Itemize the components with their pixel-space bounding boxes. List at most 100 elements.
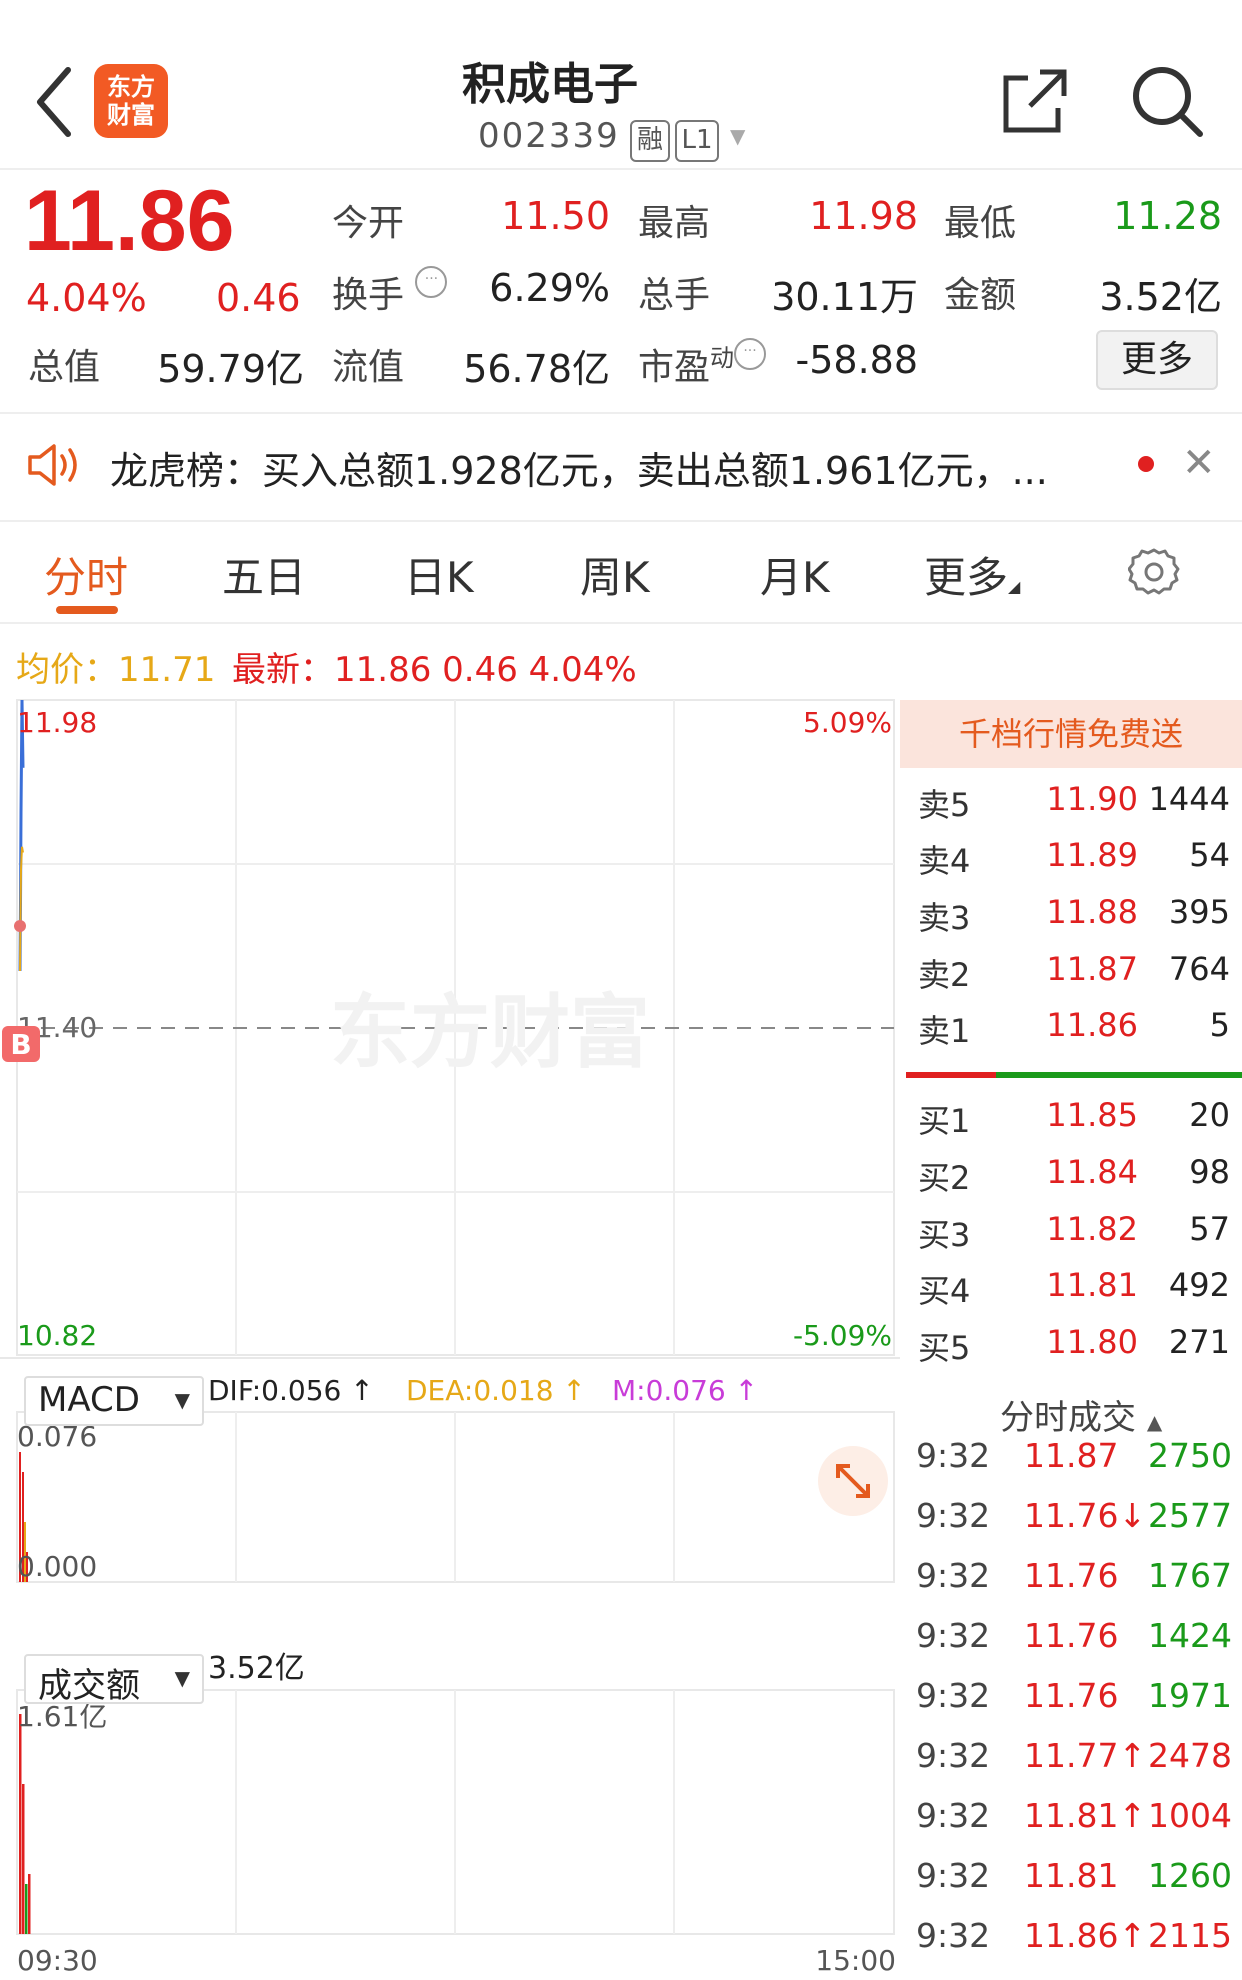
ask-row: 卖3 11.88 395 <box>910 893 1230 949</box>
low-label: 最低 <box>944 203 1017 244</box>
bid-row: 买4 11.81 492 <box>910 1266 1230 1322</box>
trade-volume: 2750 <box>1148 1436 1232 1475</box>
tab-more-label: 更多 <box>924 553 1009 602</box>
bid-price: 11.82 <box>1046 1210 1138 1248</box>
sell-strength-bar <box>906 1072 996 1078</box>
bid-row: 买5 11.80 271 <box>910 1323 1230 1379</box>
trade-price: 11.87 <box>1024 1436 1119 1475</box>
speaker-icon <box>28 444 77 486</box>
back-arrow-icon[interactable] <box>30 62 80 142</box>
pe-value: -58.88 <box>795 338 919 382</box>
volume-bar <box>28 1874 31 1934</box>
macd-dea: DEA:0.018 ↑ <box>406 1374 586 1407</box>
caret-up-icon: ▲ <box>1146 1410 1163 1434</box>
change-value: 0.46 <box>216 276 301 320</box>
promo-banner[interactable]: 千档行情免费送 <box>900 700 1242 768</box>
tab-weekly-k[interactable]: 周K <box>580 544 650 605</box>
trade-price: 11.77↑ <box>1024 1736 1147 1775</box>
active-tab-indicator <box>56 606 118 614</box>
trade-row: 9:32 11.87 2750 <box>916 1436 1232 1496</box>
bid-volume: 98 <box>1189 1153 1230 1191</box>
trade-price: 11.76 <box>1024 1676 1119 1715</box>
trade-price: 11.81 <box>1024 1856 1119 1895</box>
caret-down-icon: ▼ <box>174 1388 190 1412</box>
ask-volume: 5 <box>1209 1006 1230 1044</box>
info-icon[interactable]: ··· <box>415 266 448 298</box>
ask-label: 卖3 <box>918 899 971 937</box>
caret-down-icon[interactable]: ▼ <box>730 124 745 148</box>
bid-volume: 492 <box>1168 1266 1230 1304</box>
search-icon[interactable] <box>1128 62 1204 138</box>
logo-text-line2: 财富 <box>107 101 155 129</box>
trade-price: 11.76↓ <box>1024 1496 1147 1535</box>
trade-row: 9:32 11.76 1767 <box>916 1556 1232 1616</box>
logo-text-line1: 东方 <box>107 73 155 101</box>
pct-top-label: 5.09% <box>803 706 892 739</box>
high-label: 最高 <box>638 203 711 244</box>
volume-label: 总手 <box>638 275 711 316</box>
app-logo: 东方 财富 <box>94 64 168 138</box>
bid-row: 买1 11.85 20 <box>910 1096 1230 1152</box>
y-top-label: 11.98 <box>17 706 97 739</box>
divider <box>0 622 1242 624</box>
level-tag: L1 <box>675 120 719 162</box>
avg-price-label: 均价：11.71 <box>16 650 216 690</box>
volume-bar <box>25 1884 28 1934</box>
bid-label: 买5 <box>918 1329 971 1367</box>
trade-time: 9:32 <box>916 1796 991 1835</box>
bid-price: 11.84 <box>1046 1153 1138 1191</box>
expand-icon[interactable] <box>818 1446 888 1516</box>
trade-row: 9:32 11.77↑ 2478 <box>916 1736 1232 1796</box>
corner-triangle-icon: ◢ <box>1008 577 1021 596</box>
more-button[interactable]: 更多 <box>1096 330 1218 390</box>
volume-selector-label: 成交额 <box>38 1666 140 1706</box>
tab-intraday[interactable]: 分时 <box>44 544 128 605</box>
ask-row: 卖1 11.86 5 <box>910 1006 1230 1062</box>
tab-monthly-k[interactable]: 月K <box>760 544 830 605</box>
ask-price: 11.90 <box>1046 780 1138 818</box>
volume-indicator-selector[interactable]: 成交额 ▼ <box>24 1654 204 1706</box>
close-icon[interactable]: ✕ <box>1182 440 1216 486</box>
macd-selector[interactable]: MACD ▼ <box>24 1376 204 1426</box>
trade-time: 9:32 <box>916 1496 991 1535</box>
trades-header[interactable]: 分时成交 ▲ <box>1000 1390 1162 1439</box>
ask-volume: 764 <box>1168 950 1230 988</box>
volume-value: 30.11万 <box>771 275 918 319</box>
tab-more[interactable]: 更多◢ <box>924 544 1020 605</box>
trade-volume: 2577 <box>1148 1496 1232 1535</box>
low-value: 11.28 <box>1113 194 1222 238</box>
amount-label: 金额 <box>944 275 1017 316</box>
tab-daily-k[interactable]: 日K <box>404 544 474 605</box>
market-cap-label: 总值 <box>28 347 101 388</box>
bid-volume: 20 <box>1189 1096 1230 1134</box>
ask-price: 11.87 <box>1046 950 1138 988</box>
trade-volume: 1767 <box>1148 1556 1232 1595</box>
trade-row: 9:32 11.76 1424 <box>916 1616 1232 1676</box>
pe-sup: 动 <box>710 344 735 372</box>
settings-gear-icon[interactable] <box>1128 546 1180 598</box>
y-bottom-label: 10.82 <box>17 1319 97 1352</box>
stock-code: 002339 <box>478 116 620 156</box>
intraday-chart[interactable]: 东方财富 11.98 11.40 10.82 5.09% -5.09% B 0.… <box>0 690 900 1980</box>
macd-bottom-label: 0.000 <box>17 1550 97 1583</box>
pe-label: 市盈动 ··· <box>638 338 767 390</box>
bid-price: 11.85 <box>1046 1096 1138 1134</box>
tab-five-day[interactable]: 五日 <box>222 544 306 605</box>
trade-volume: 2478 <box>1148 1736 1232 1775</box>
macd-selector-label: MACD <box>38 1380 140 1420</box>
share-icon[interactable] <box>1000 66 1070 136</box>
buy-strength-bar <box>996 1072 1242 1078</box>
current-price: 11.86 <box>24 173 235 269</box>
trade-row: 9:32 11.81↑ 1004 <box>916 1796 1232 1856</box>
bid-price: 11.80 <box>1046 1323 1138 1361</box>
notice-text[interactable]: 龙虎榜：买入总额1.928亿元，卖出总额1.961亿元，... <box>110 440 1090 495</box>
market-cap-value: 59.79亿 <box>157 347 304 391</box>
ask-price: 11.86 <box>1046 1006 1138 1044</box>
bid-row: 买2 11.84 98 <box>910 1153 1230 1209</box>
info-icon[interactable]: ··· <box>734 338 767 370</box>
trade-time: 9:32 <box>916 1856 991 1895</box>
ask-label: 卖5 <box>918 786 971 824</box>
ask-price: 11.89 <box>1046 836 1138 874</box>
bid-volume: 271 <box>1168 1323 1230 1361</box>
current-point <box>14 920 26 932</box>
